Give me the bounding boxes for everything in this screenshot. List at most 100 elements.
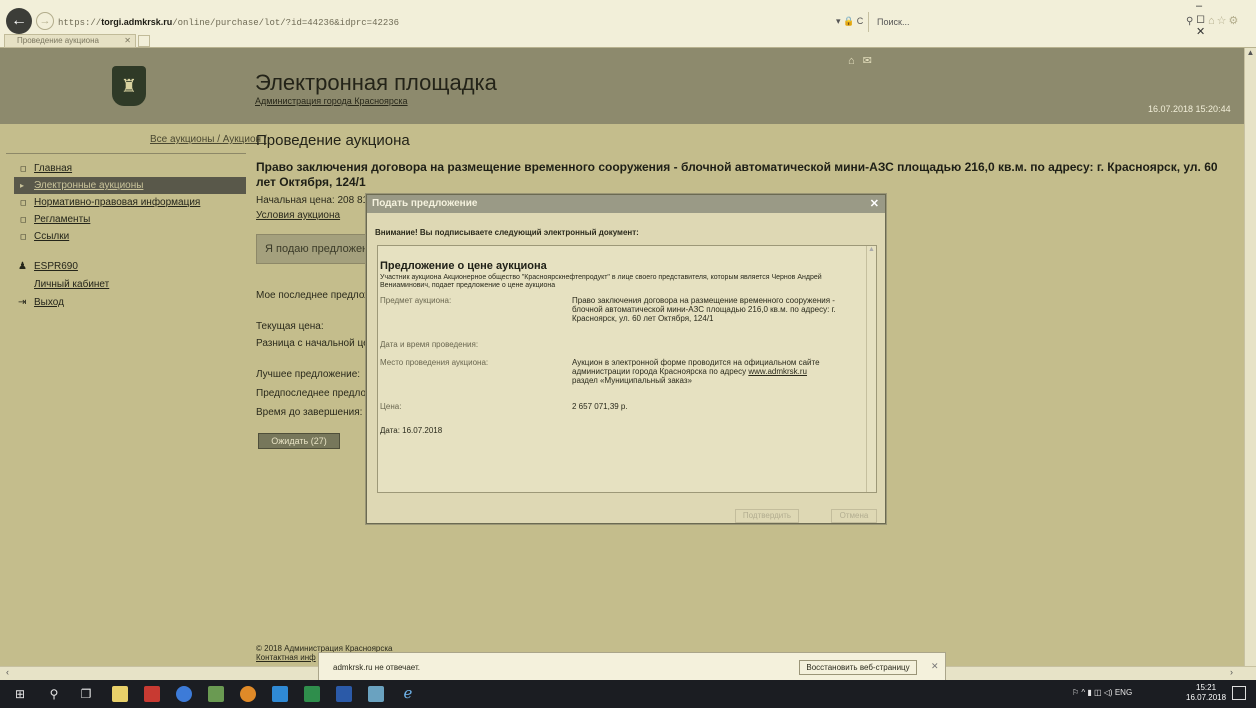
lot-title: Право заключения договора на размещение … <box>256 160 1218 189</box>
server-datetime: 16.07.2018 15:20:44 <box>1148 104 1231 114</box>
search-icon[interactable]: ⚲ <box>46 686 62 702</box>
sidebar-item-label: Главная <box>34 163 73 174</box>
clock[interactable]: 15:21 16.07.2018 <box>1186 683 1226 703</box>
time-left-label: Время до завершения: <box>256 407 363 418</box>
clock-date: 16.07.2018 <box>1186 693 1227 702</box>
vertical-scrollbar[interactable]: ▲ <box>1244 48 1256 666</box>
tab-close-icon[interactable]: ✕ <box>124 35 131 47</box>
wait-button[interactable]: Ожидать (27) <box>258 433 340 449</box>
conditions-link[interactable]: Условия аукциона <box>256 210 340 221</box>
app-icon[interactable] <box>208 686 224 702</box>
price-label: Цена: <box>380 402 402 411</box>
breadcrumb[interactable]: Все аукционы / Аукцион / <box>150 134 267 145</box>
firefox-icon[interactable] <box>240 686 256 702</box>
document-scrollbar[interactable]: ▲ <box>866 246 876 492</box>
tab-auction[interactable]: Проведение аукциона ✕ <box>4 34 136 48</box>
dialog-title: Подать предложение <box>372 198 478 209</box>
internet-explorer-icon[interactable]: ℯ <box>400 686 416 702</box>
action-center-icon[interactable] <box>1232 686 1246 700</box>
site-header: ♜ Электронная площадка Администрация гор… <box>0 48 1244 124</box>
logout-link[interactable]: ⇥ Выход <box>14 294 246 312</box>
my-last-offer-label: Мое последнее предложе <box>256 290 366 301</box>
browser-chrome-icon[interactable] <box>176 686 192 702</box>
excel-icon[interactable] <box>304 686 320 702</box>
url-prefix: https:// <box>58 18 102 28</box>
windows-start-icon[interactable]: ⊞ <box>12 686 28 702</box>
home-icon[interactable]: ⌂ <box>848 55 863 67</box>
bullet-icon: ◻ <box>20 232 27 241</box>
search-icon[interactable]: ⚲ <box>1186 16 1193 27</box>
logout-text: Выход <box>34 297 64 308</box>
document-heading: Предложение о цене аукциона <box>380 260 547 272</box>
close-icon[interactable]: ✕ <box>870 195 879 213</box>
prev-offer-label: Предпоследнее предложе <box>256 388 366 399</box>
user-icon: ♟ <box>18 261 27 272</box>
header-icons[interactable]: ⌂✉ <box>848 54 880 67</box>
url-path: /online/purchase/lot/?id=44236&idprc=422… <box>172 18 400 28</box>
sidebar-item-auctions[interactable]: ▸ Электронные аукционы <box>14 177 246 194</box>
sidebar: ◻ Главная ▸ Электронные аукционы ◻ Норматив… <box>14 160 246 245</box>
new-tab-button[interactable] <box>138 35 150 47</box>
task-view-icon[interactable]: ❐ <box>78 686 94 702</box>
sidebar-item-label: Ссылки <box>34 231 70 242</box>
document-intro: Участник аукциона Акционерное общество "… <box>380 274 822 289</box>
subject-value: Право заключения договора на размещение … <box>572 296 836 323</box>
place-section: раздел «Муниципальный заказ» <box>572 376 692 385</box>
diff-label: Разница с начальной цен <box>256 338 366 349</box>
place-link[interactable]: www.admkrsk.ru <box>748 367 807 376</box>
site-subtitle-link[interactable]: Администрация города Красноярска <box>255 96 408 106</box>
sidebar-item-legal[interactable]: ◻ Нормативно-правовая информация <box>14 194 246 211</box>
notification-close-icon[interactable]: ✕ <box>931 661 939 672</box>
user-name: ♟ ESPR690 <box>14 258 246 276</box>
bullet-icon: ◻ <box>20 198 27 207</box>
url-domain: torgi.admkrsk.ru <box>101 17 173 27</box>
scroll-right-icon[interactable]: › <box>1230 667 1233 677</box>
dialog-warning: Внимание! Вы подписываете следующий элек… <box>375 228 639 237</box>
system-tray[interactable]: ⚐ ^ ▮ ◫ ◁) ENG <box>1072 688 1132 697</box>
signed-document: ▲ Предложение о цене аукциона Участник а… <box>377 245 877 493</box>
address-bar[interactable]: https://torgi.admkrsk.ru/online/purchase… <box>58 12 866 32</box>
dialog-header: Подать предложение ✕ <box>367 195 885 213</box>
page-title: Проведение аукциона <box>256 132 410 149</box>
divider <box>6 153 246 154</box>
site-title: Электронная площадка <box>255 70 497 95</box>
place-label: Место проведения аукциона: <box>380 358 489 367</box>
bullet-icon: ▸ <box>20 181 25 190</box>
mail-icon[interactable]: ✉ <box>863 55 880 67</box>
notification-bar: admkrsk.ru не отвечает. Восстановить веб… <box>318 652 946 682</box>
file-explorer-icon[interactable] <box>112 686 128 702</box>
user-name-text: ESPR690 <box>34 261 78 272</box>
notification-text: admkrsk.ru не отвечает. <box>333 663 420 672</box>
app-icon-2[interactable] <box>368 686 384 702</box>
back-button[interactable]: ← <box>6 8 32 34</box>
word-icon[interactable] <box>336 686 352 702</box>
search-input[interactable]: Поиск... <box>868 12 1198 32</box>
cabinet-link[interactable]: Личный кабинет <box>14 276 246 294</box>
user-block: ♟ ESPR690 Личный кабинет ⇥ Выход <box>14 258 246 312</box>
sidebar-item-home[interactable]: ◻ Главная <box>14 160 246 177</box>
skype-icon[interactable] <box>272 686 288 702</box>
sidebar-item-regulations[interactable]: ◻ Регламенты <box>14 211 246 228</box>
restore-page-button[interactable]: Восстановить веб-страницу <box>799 660 917 675</box>
clock-time: 15:21 <box>1196 683 1217 692</box>
submit-offer-dialog: Подать предложение ✕ Внимание! Вы подпис… <box>366 194 886 524</box>
sidebar-item-label: Регламенты <box>34 214 91 225</box>
forward-button[interactable]: → <box>36 12 54 30</box>
sidebar-item-links[interactable]: ◻ Ссылки <box>14 228 246 245</box>
confirm-button[interactable]: Подтвердить <box>735 509 799 523</box>
tab-title: Проведение аукциона <box>17 36 99 45</box>
pdf-reader-icon[interactable] <box>144 686 160 702</box>
address-icons[interactable]: ▾ 🔒 C <box>836 16 863 27</box>
scroll-left-icon[interactable]: ‹ <box>6 667 9 677</box>
best-offer-label: Лучшее предложение: <box>256 369 361 380</box>
current-price-label: Текущая цена: <box>256 321 324 332</box>
window-controls[interactable]: – ◻ ✕ <box>1196 0 1256 38</box>
price-value: 2 657 071,39 р. <box>572 402 628 411</box>
document-date: Дата: 16.07.2018 <box>380 426 443 435</box>
language-indicator[interactable]: ENG <box>1115 688 1132 697</box>
bid-panel: Я подаю предложение <box>256 234 368 264</box>
datetime-label: Дата и время проведения: <box>380 340 479 349</box>
place-value: Аукцион в электронной форме проводится н… <box>572 358 864 385</box>
logout-icon: ⇥ <box>18 297 27 308</box>
cancel-button[interactable]: Отмена <box>831 509 877 523</box>
